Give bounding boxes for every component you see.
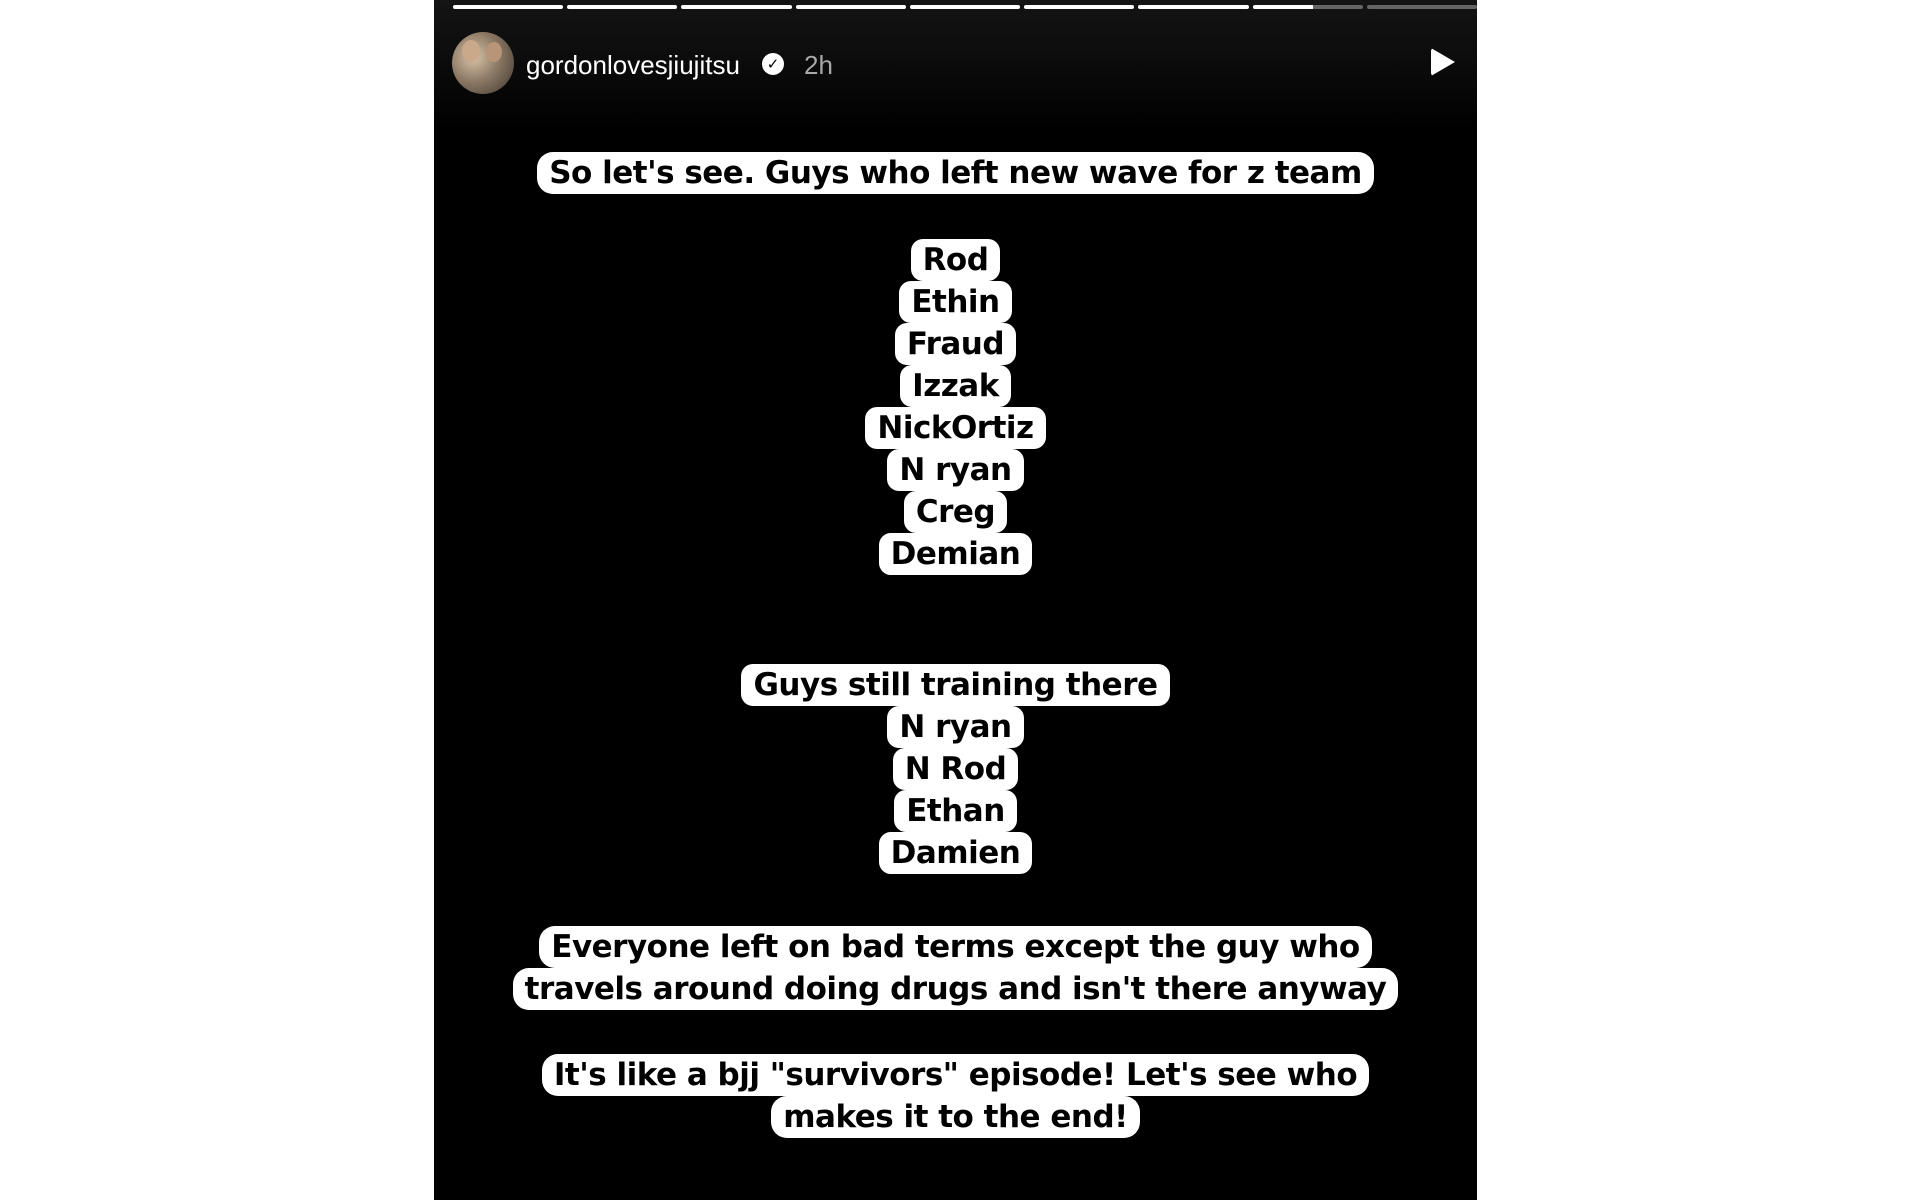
story-content: So let's see. Guys who left new wave for…: [434, 0, 1477, 1200]
survivors-line: makes it to the end!: [771, 1096, 1140, 1138]
list-item: N ryan: [887, 449, 1024, 491]
list-item: Creg: [903, 491, 1008, 533]
survivors-block: It's like a bjj "survivors" episode! Let…: [434, 1054, 1477, 1138]
headline-block: So let's see. Guys who left new wave for…: [434, 152, 1477, 194]
everyone-left-block: Everyone left on bad terms except the gu…: [434, 926, 1477, 1010]
survivors-line: It's like a bjj "survivors" episode! Let…: [541, 1054, 1370, 1096]
list-item: N ryan: [887, 706, 1024, 748]
list-item: NickOrtiz: [865, 407, 1046, 449]
list-item: Ethan: [894, 790, 1017, 832]
list-item: Fraud: [894, 323, 1017, 365]
list-item: Izzak: [900, 365, 1011, 407]
everyone-left-line: Everyone left on bad terms except the gu…: [539, 926, 1372, 968]
list-item: Rod: [910, 239, 1001, 281]
list-item: N Rod: [892, 748, 1019, 790]
everyone-left-line: travels around doing drugs and isn't the…: [512, 968, 1399, 1010]
list-item: Ethin: [899, 281, 1012, 323]
left-list: Rod Ethin Fraud Izzak NickOrtiz N ryan C…: [434, 239, 1477, 575]
still-training-heading: Guys still training there: [741, 664, 1170, 706]
headline-text: So let's see. Guys who left new wave for…: [537, 152, 1374, 194]
story-viewer: gordonlovesjiujitsu ✓ 2h So let's see. G…: [434, 0, 1477, 1200]
still-training-block: Guys still training there N ryan N Rod E…: [434, 664, 1477, 874]
list-item: Demian: [878, 533, 1033, 575]
list-item: Damien: [878, 832, 1033, 874]
